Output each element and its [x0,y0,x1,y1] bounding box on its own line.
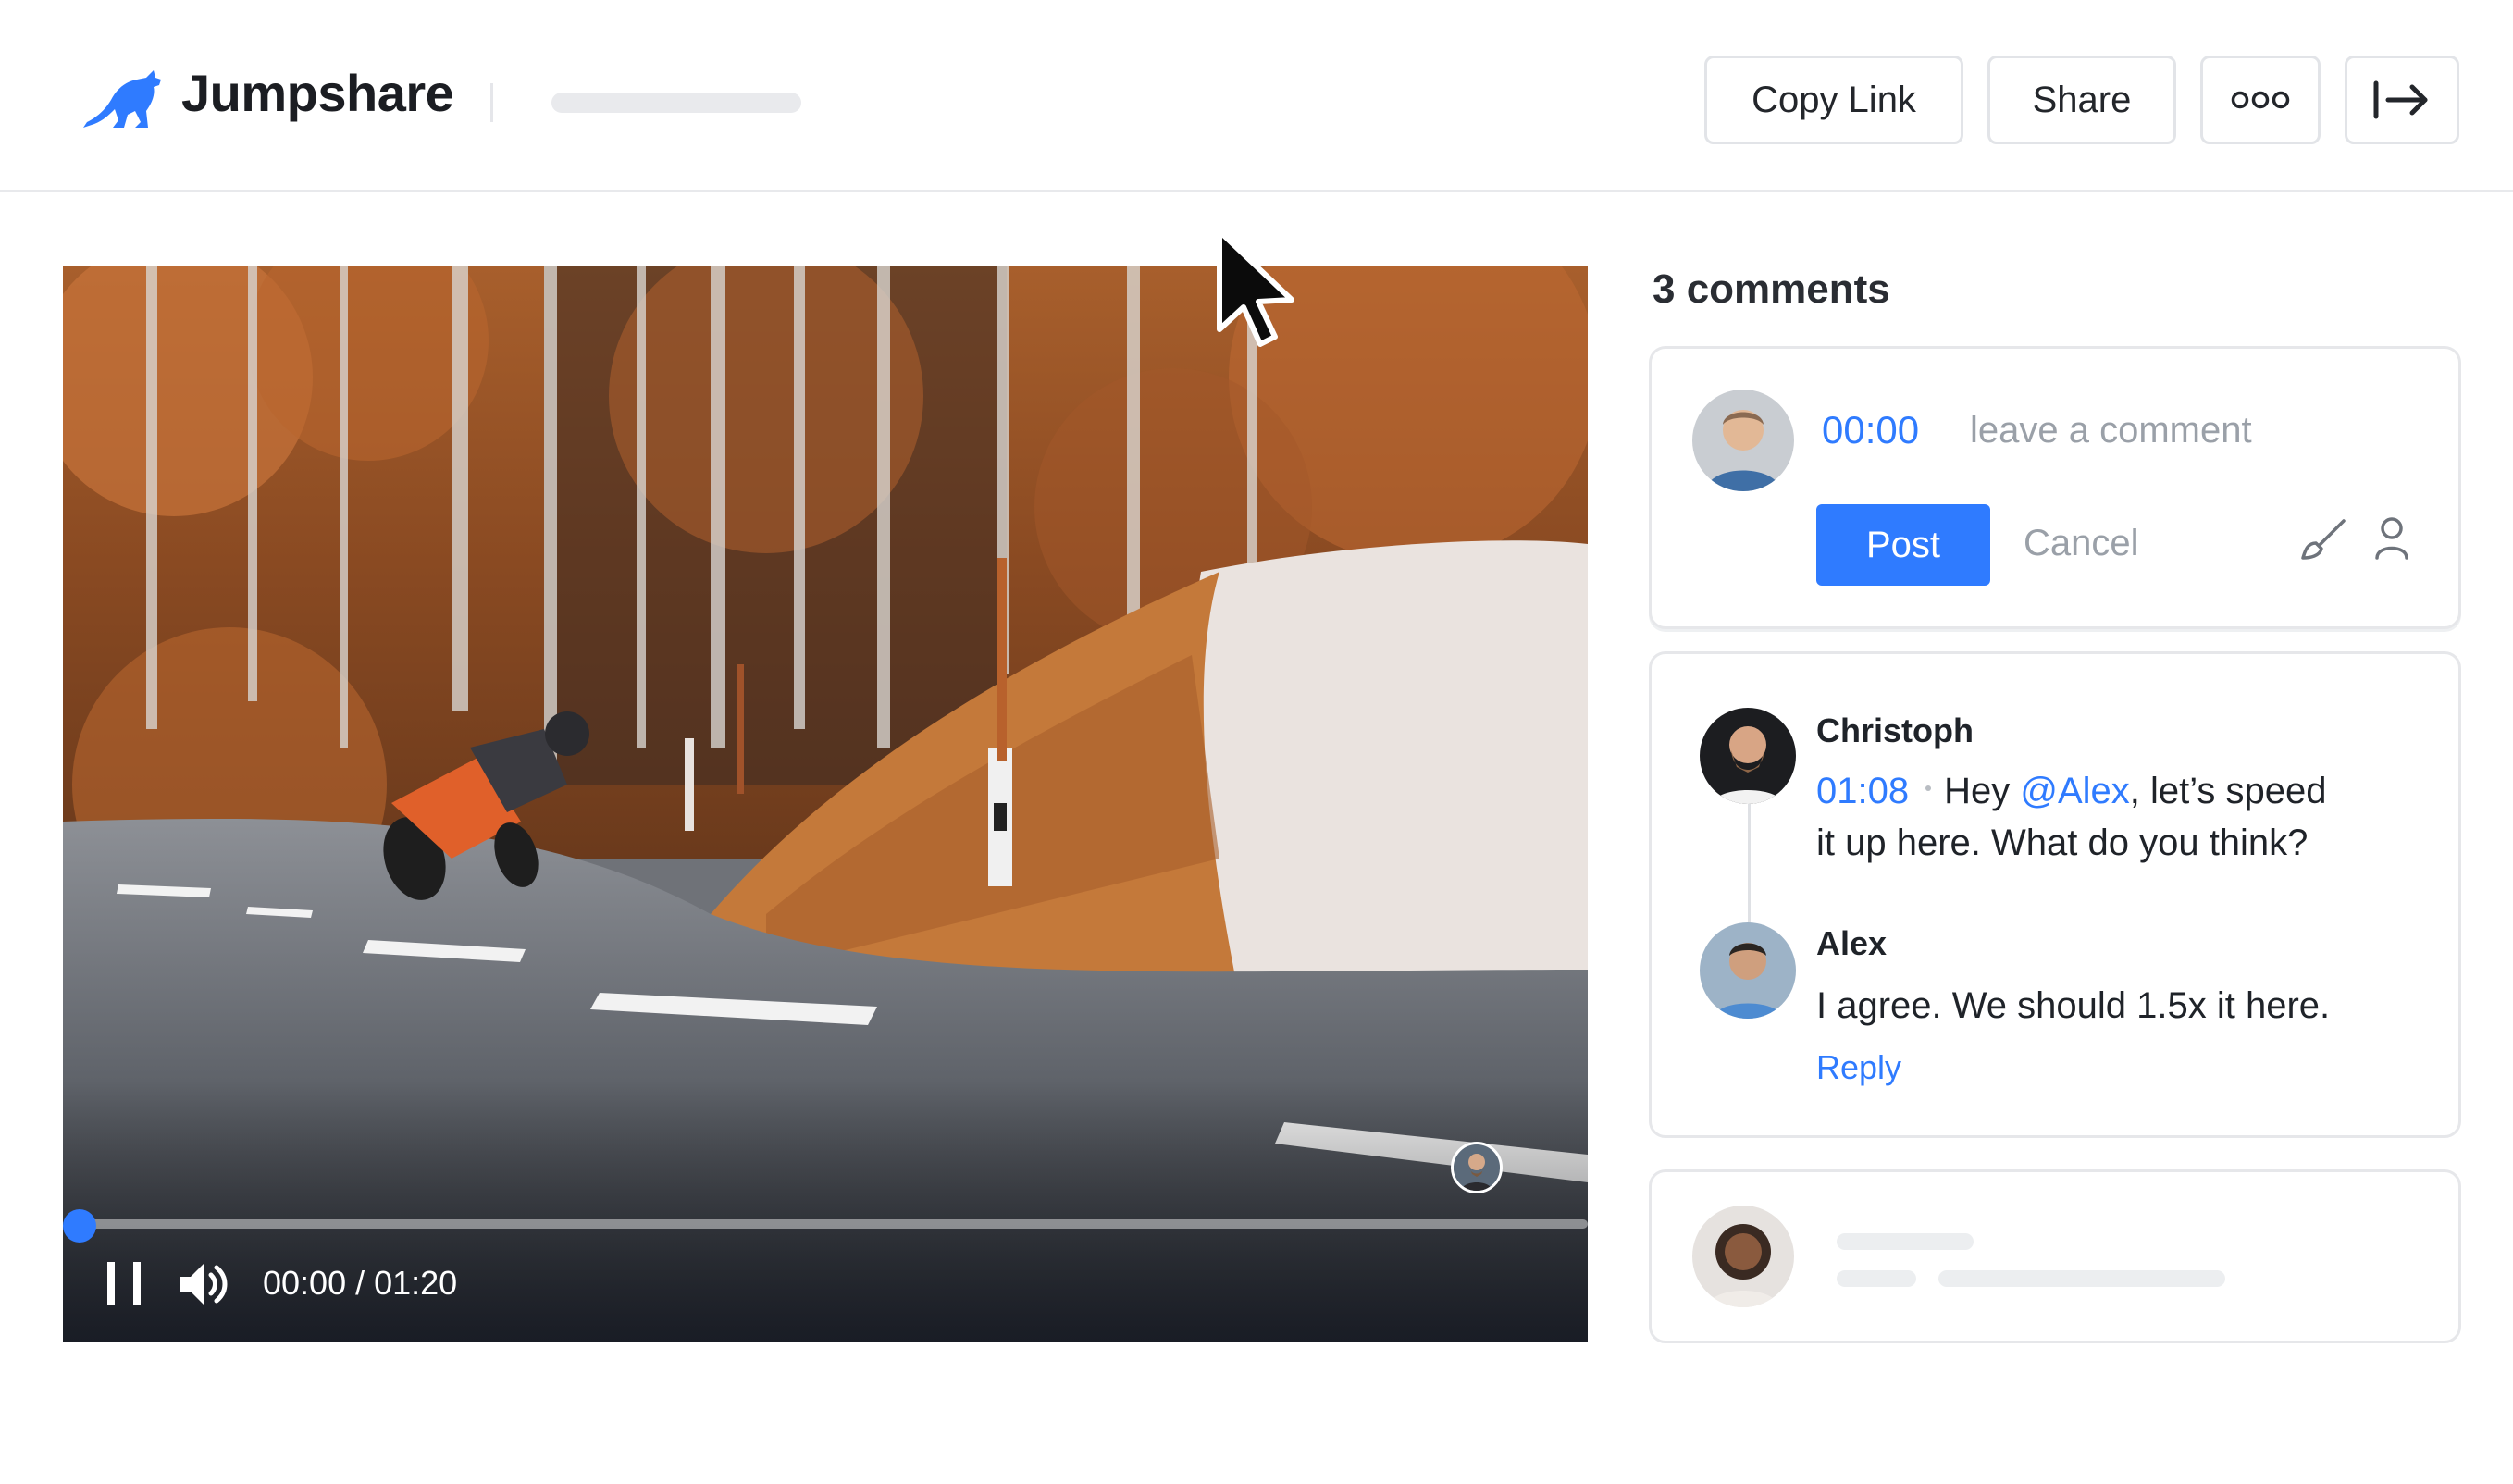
user-icon[interactable] [2373,515,2410,560]
kangaroo-logo-icon[interactable] [81,67,165,131]
comment-author: Alex [1816,924,1888,962]
file-title-placeholder [551,93,801,113]
copy-link-button[interactable]: Copy Link [1704,56,1963,144]
top-bar: Jumpshare Copy Link Share [0,0,2513,192]
comment-input[interactable]: leave a comment [1970,410,2252,451]
comment-text-end: , let’s speed [2129,771,2327,811]
comment-timestamp[interactable]: 01:08 [1816,771,1909,811]
brand-name[interactable]: Jumpshare [181,63,454,123]
reply-link[interactable]: Reply [1816,1048,1901,1087]
comment-thread-card: Christoph 01:08 Hey @Alex, let’s speed it … [1649,651,2461,1138]
header-divider [490,83,493,122]
avatar [1692,390,1794,491]
comment-timestamp[interactable]: 00:00 [1822,408,1919,452]
more-options-button[interactable] [2200,56,2321,144]
placeholder-bar [1837,1270,1916,1287]
cursor-icon [1217,229,1294,347]
avatar [1692,1206,1794,1307]
progress-knob[interactable] [63,1209,96,1243]
video-player[interactable]: 00:00 / 01:20 [63,266,1588,1342]
comment-text: 01:08 Hey @Alex, let’s speed it up here. W… [1816,765,2427,869]
comment-card-placeholder [1649,1169,2461,1343]
comment-author: Christoph [1816,711,1974,749]
avatar [1700,708,1796,804]
post-button[interactable]: Post [1816,504,1990,586]
cancel-button[interactable]: Cancel [2024,523,2139,564]
comment-marker-avatar[interactable] [1451,1142,1503,1193]
volume-icon[interactable] [176,1258,231,1310]
progress-bar[interactable] [80,1219,1588,1229]
brush-icon[interactable] [2299,515,2351,563]
pause-icon[interactable] [104,1258,146,1308]
comment-text-start: Hey [1944,771,2021,811]
time-display: 00:00 / 01:20 [263,1264,458,1302]
separator-dot [1925,785,1932,792]
exit-icon [2373,80,2428,119]
more-icon [2231,91,2290,109]
mention-link[interactable]: @Alex [2020,771,2129,811]
new-comment-card: 00:00 leave a comment Post Cancel [1649,346,2461,629]
share-button[interactable]: Share [1987,56,2176,144]
comments-count: 3 comments [1653,266,1890,312]
exit-button[interactable] [2345,56,2459,144]
placeholder-bar [1837,1233,1974,1250]
comment-text-line2: it up here. What do you think? [1816,822,2309,863]
avatar [1700,922,1796,1019]
comment-text: I agree. We should 1.5x it here. [1816,985,2331,1026]
video-frame [63,266,1588,1342]
placeholder-bar [1938,1270,2225,1287]
